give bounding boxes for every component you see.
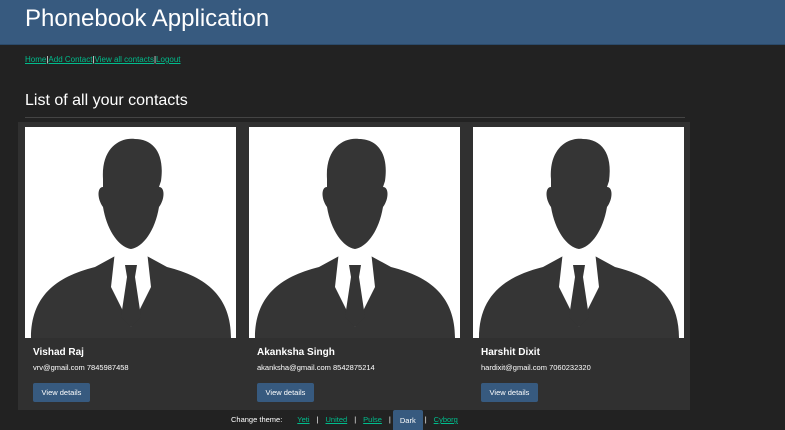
- contact-info: akanksha@gmail.com 8542875214: [257, 363, 375, 373]
- view-details-button[interactable]: View details: [481, 383, 538, 402]
- nav-add-contact-link[interactable]: Add Contact: [48, 55, 92, 64]
- app-header: Phonebook Application: [0, 0, 785, 45]
- theme-option-cyborg[interactable]: Cyborg: [427, 410, 465, 430]
- contact-info: hardixit@gmail.com 7060232320: [481, 363, 591, 373]
- nav-logout-link[interactable]: Logout: [156, 55, 180, 64]
- view-details-button[interactable]: View details: [33, 383, 90, 402]
- contact-phone: 7060232320: [549, 363, 591, 372]
- top-nav: Home|Add Contact|View all contacts|Logou…: [25, 55, 181, 65]
- theme-option-united[interactable]: United: [319, 410, 355, 430]
- contact-phone: 7845987458: [86, 363, 129, 372]
- contact-email: hardixit@gmail.com: [481, 363, 547, 372]
- page-title: List of all your contacts: [25, 92, 188, 109]
- contact-phone: 8542875214: [333, 363, 375, 372]
- theme-option-pulse[interactable]: Pulse: [356, 410, 389, 430]
- view-details-button[interactable]: View details: [257, 383, 314, 402]
- theme-option-yeti[interactable]: Yeti: [290, 410, 316, 430]
- theme-label: Change theme:: [231, 415, 283, 424]
- nav-home-link[interactable]: Home: [25, 55, 46, 64]
- contact-name: Akanksha Singh: [257, 347, 335, 358]
- contact-name: Vishad Raj: [33, 347, 84, 358]
- contact-card: Harshit Dixit hardixit@gmail.com 7060232…: [473, 127, 684, 407]
- contact-email: akanksha@gmail.com: [257, 363, 331, 372]
- contact-card: Akanksha Singh akanksha@gmail.com 854287…: [249, 127, 460, 407]
- contact-email: vrv@gmail.com: [33, 363, 85, 372]
- contact-name: Harshit Dixit: [481, 347, 540, 358]
- person-silhouette-icon: [25, 127, 236, 338]
- theme-switcher: Change theme: Yeti | United | Pulse | Da…: [231, 410, 465, 430]
- app-title: Phonebook Application: [25, 5, 270, 32]
- theme-separator: |: [388, 415, 391, 424]
- person-silhouette-icon: [473, 127, 684, 338]
- person-silhouette-icon: [249, 127, 460, 338]
- contact-card: Vishad Raj vrv@gmail.com 7845987458 View…: [25, 127, 236, 407]
- contact-info: vrv@gmail.com 7845987458: [33, 363, 129, 373]
- heading-divider: [25, 117, 685, 118]
- theme-option-dark[interactable]: Dark: [392, 410, 423, 430]
- nav-view-all-contacts-link[interactable]: View all contacts: [95, 55, 154, 64]
